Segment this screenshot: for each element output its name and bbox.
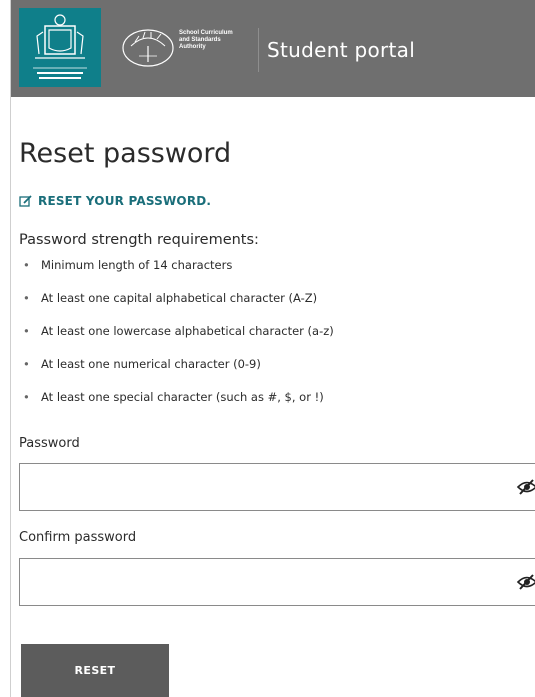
password-input[interactable] — [20, 464, 520, 508]
eye-slash-icon[interactable] — [516, 573, 535, 591]
requirement-text: Minimum length of 14 characters — [41, 258, 233, 272]
password-label: Password — [19, 436, 80, 451]
reset-button[interactable]: RESET — [21, 644, 169, 697]
requirements-heading: Password strength requirements: — [19, 232, 259, 248]
requirement-text: At least one lowercase alphabetical char… — [41, 324, 334, 338]
requirement-text: At least one capital alphabetical charac… — [41, 291, 318, 305]
header-divider — [258, 28, 259, 72]
edit-icon — [19, 195, 32, 207]
reset-link-label: RESET YOUR PASSWORD. — [38, 194, 212, 208]
list-item: • At least one numerical character (0-9) — [19, 357, 334, 390]
portal-title: Student portal — [267, 38, 416, 62]
bullet-icon: • — [23, 291, 30, 305]
confirm-password-input[interactable] — [20, 559, 520, 603]
bullet-icon: • — [23, 357, 30, 371]
portal-header: School Curriculum and Standards Authorit… — [11, 0, 535, 97]
list-item: • Minimum length of 14 characters — [19, 258, 334, 291]
reset-your-password-link[interactable]: RESET YOUR PASSWORD. — [19, 194, 211, 208]
bullet-icon: • — [23, 324, 30, 338]
requirements-list: • Minimum length of 14 characters • At lea… — [19, 258, 334, 423]
app-frame: School Curriculum and Standards Authorit… — [10, 0, 535, 697]
crest-icon — [33, 14, 87, 79]
confirm-password-label: Confirm password — [19, 530, 137, 545]
list-item: • At least one capital alphabetical chara… — [19, 291, 334, 324]
page-title: Reset password — [19, 138, 232, 169]
eye-slash-icon[interactable] — [516, 478, 535, 496]
government-of-wa-logo[interactable] — [19, 8, 101, 87]
bullet-icon: • — [23, 390, 30, 404]
bullet-icon: • — [23, 258, 30, 272]
requirement-text: At least one special character (such as … — [41, 390, 324, 404]
list-item: • At least one special character (such as… — [19, 390, 334, 423]
scsa-logo-text: School Curriculum and Standards Authorit… — [179, 30, 233, 50]
password-input-box — [19, 463, 535, 511]
confirm-password-input-box — [19, 558, 535, 606]
scsa-logo[interactable]: School Curriculum and Standards Authorit… — [121, 26, 256, 70]
requirement-text: At least one numerical character (0-9) — [41, 357, 261, 371]
list-item: • At least one lowercase alphabetical cha… — [19, 324, 334, 357]
scsa-tree-icon — [122, 29, 174, 67]
